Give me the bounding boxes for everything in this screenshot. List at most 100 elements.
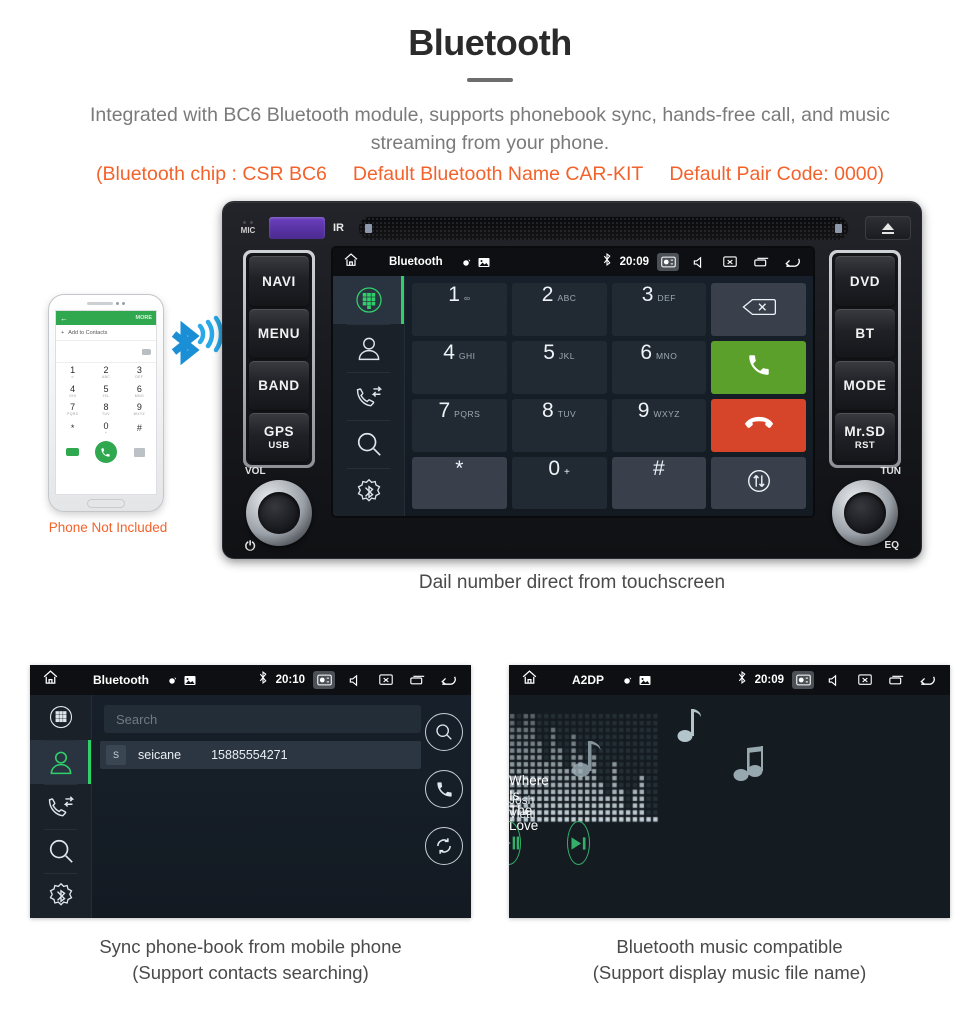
cd-slot[interactable] <box>358 215 849 241</box>
phone-number-field[interactable] <box>56 341 156 364</box>
volume-icon[interactable] <box>823 671 845 689</box>
volume-icon[interactable] <box>688 253 710 271</box>
key-7[interactable]: 7 PQRS <box>412 398 507 452</box>
phone-key-5[interactable]: 5 JKL <box>89 382 122 401</box>
phone-more-button[interactable]: MORE <box>136 315 153 321</box>
contact-name: seicane <box>138 748 182 762</box>
hw-button-gps[interactable]: GPS USB <box>249 413 309 463</box>
sidebar-item-search[interactable] <box>333 420 404 468</box>
sidebar-item-contacts[interactable] <box>30 739 91 785</box>
hw-button-mr-sd[interactable]: Mr.SD RST <box>835 413 895 463</box>
home-icon[interactable] <box>42 669 59 691</box>
home-icon[interactable] <box>343 252 359 273</box>
hw-button-label: GPS <box>263 424 295 440</box>
key-5[interactable]: 5 JKL <box>511 341 607 394</box>
phone-key-hash[interactable]: # <box>123 419 156 438</box>
hw-button-bt[interactable]: BT <box>835 308 895 358</box>
video-call-icon[interactable] <box>66 448 80 457</box>
recents-icon[interactable] <box>885 671 907 689</box>
dial-keypad[interactable]: 1 ∞ 2 ABC 3 DEF 4 GHI 5 JKL 6 MNO 7 PQRS 8 TUV 9 WXYZ * 0 + # <box>405 276 813 517</box>
phone-call-button[interactable] <box>94 441 117 464</box>
hw-button-band[interactable]: BAND <box>249 360 309 411</box>
screenshot-icon[interactable] <box>657 253 679 272</box>
phone-key-3[interactable]: 3 DEF <box>123 363 156 382</box>
sidebar-item-bt-settings[interactable] <box>333 468 404 516</box>
phone-key-7[interactable]: 7 PQRS <box>56 400 89 419</box>
sidebar-item-call-history[interactable] <box>30 784 91 829</box>
call-transfer-icon[interactable] <box>711 456 806 510</box>
recents-icon[interactable] <box>750 253 772 271</box>
keyboard-icon[interactable] <box>133 447 145 457</box>
hw-button-navi[interactable]: NAVI <box>249 256 309 306</box>
phone-key-6[interactable]: 6 MNO <box>123 382 156 401</box>
key-star[interactable]: * <box>412 456 507 510</box>
screen-off-icon[interactable] <box>375 671 397 689</box>
screenshot-icon[interactable] <box>313 671 335 689</box>
status-right-icons <box>792 671 938 689</box>
sidebar-item-bt-settings[interactable] <box>30 873 91 918</box>
key-6[interactable]: 6 MNO <box>611 341 707 394</box>
hw-button-menu[interactable]: MENU <box>249 308 309 358</box>
sidebar-item-dialpad[interactable] <box>333 276 404 325</box>
phone-add-contact-row[interactable]: + Add to Contacts <box>56 325 156 342</box>
key-9[interactable]: 9 WXYZ <box>611 398 707 452</box>
sidebar-item-contacts[interactable] <box>333 324 404 372</box>
sidebar-item-call-history[interactable] <box>333 372 404 420</box>
phone-home-button[interactable] <box>87 499 125 509</box>
tune-knob[interactable] <box>832 480 898 547</box>
hw-button-dvd[interactable]: DVD <box>835 256 895 306</box>
key-4[interactable]: 4 GHI <box>412 341 507 394</box>
screenshot-icon[interactable] <box>792 671 814 689</box>
home-icon[interactable] <box>521 669 538 691</box>
phone-add-contact-label: Add to Contacts <box>68 329 108 336</box>
phone-key-star[interactable]: * <box>56 419 89 438</box>
back-icon[interactable] <box>437 671 459 689</box>
backspace-icon[interactable] <box>142 348 151 355</box>
music-panel[interactable]: A2DP 20:09 Love <box>509 665 950 918</box>
call-icon[interactable] <box>425 770 463 808</box>
contact-list-item[interactable]: S seicane 15885554271 <box>100 741 421 769</box>
sidebar-item-search[interactable] <box>30 828 91 874</box>
key-3[interactable]: 3 DEF <box>611 283 707 337</box>
backspace-icon[interactable] <box>711 283 806 337</box>
volume-icon[interactable] <box>344 671 366 689</box>
hw-button-mode[interactable]: MODE <box>835 360 895 411</box>
hw-button-label: MENU <box>257 325 301 341</box>
search-input[interactable]: Search <box>104 705 421 733</box>
phonebook-panel[interactable]: Bluetooth 20:10 Search S seicane 1588555… <box>30 665 471 918</box>
phone-dialpad[interactable]: 1 ∞ 2 ABC 3 DEF 4 GHI 5 JKL 6 MNO 7 PQRS 8 TUV 9 WXYZ * 0 + # <box>56 363 156 437</box>
key-digit: 5 <box>543 341 555 365</box>
phone-key-1[interactable]: 1 ∞ <box>56 363 89 382</box>
phone-key-0[interactable]: 0 + <box>89 419 122 438</box>
screen-off-icon[interactable] <box>854 671 876 689</box>
sidebar-item-dialpad[interactable] <box>30 695 91 740</box>
key-8[interactable]: 8 TUV <box>511 398 607 452</box>
screen-sidebar <box>333 276 405 517</box>
key-1[interactable]: 1 ∞ <box>412 283 507 337</box>
phone-key-letters: + <box>104 430 108 435</box>
phone-key-9[interactable]: 9 WXYZ <box>123 400 156 419</box>
caption-music: Bluetooth music compatible (Support disp… <box>509 934 950 987</box>
phone-back-icon[interactable]: ← <box>60 314 68 323</box>
touchscreen[interactable]: Bluetooth 20:09 1 ∞ 2 ABC 3 DEF 4 GHI 5 … <box>333 248 813 517</box>
call-button[interactable] <box>711 341 806 394</box>
phone-key-4[interactable]: 4 GHI <box>56 382 89 401</box>
volume-knob[interactable] <box>246 480 312 547</box>
screen-off-icon[interactable] <box>719 253 741 271</box>
phone-key-letters: ABC <box>101 375 111 380</box>
recents-icon[interactable] <box>406 671 428 689</box>
back-icon[interactable] <box>781 253 803 271</box>
bottom-section: Bluetooth 20:10 Search S seicane 1588555… <box>0 665 980 987</box>
next-icon[interactable] <box>567 821 590 865</box>
eject-button[interactable] <box>865 216 911 241</box>
sync-icon[interactable] <box>425 827 463 865</box>
key-hash[interactable]: # <box>611 456 707 510</box>
back-icon[interactable] <box>916 671 938 689</box>
phone-key-8[interactable]: 8 TUV <box>89 400 122 419</box>
hangup-button[interactable] <box>711 398 806 452</box>
key-2[interactable]: 2 ABC <box>511 283 607 337</box>
key-digit: 9 <box>637 398 650 422</box>
key-0[interactable]: 0 + <box>511 456 607 510</box>
search-icon[interactable] <box>425 713 463 751</box>
phone-key-2[interactable]: 2 ABC <box>89 363 122 382</box>
